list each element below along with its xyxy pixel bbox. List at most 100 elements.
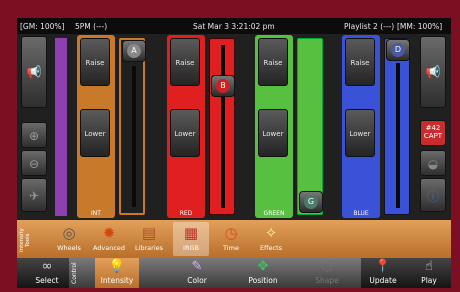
- tool-irgb[interactable]: ▦ IRGB: [173, 222, 209, 256]
- fader-blue-bg: Raise Lower BLUE: [342, 35, 380, 218]
- update-pin-icon: 📍: [374, 259, 392, 274]
- zoom-out-icon: ⊖: [28, 157, 40, 171]
- tab-intensity-label: Intensity: [100, 276, 134, 285]
- position-arrows-icon: ✥: [257, 259, 269, 274]
- info-icon: ⓘ: [426, 190, 439, 204]
- tool-irgb-label: IRGB: [183, 244, 199, 252]
- update-button[interactable]: 📍 Update: [361, 258, 405, 288]
- play-label: Play: [421, 276, 437, 285]
- int-slider-knob[interactable]: A: [122, 40, 146, 62]
- raise-blue-button[interactable]: Raise: [345, 38, 375, 86]
- lower-red-button[interactable]: Lower: [170, 109, 200, 157]
- tool-effects[interactable]: ✧ Effects: [253, 222, 289, 256]
- fader-green-bg: Raise Lower GREEN: [255, 35, 293, 218]
- screen: [GM: 100%] 5PM (---) Sat Mar 3 3:21:02 p…: [17, 18, 451, 288]
- raise-green-button[interactable]: Raise: [258, 38, 288, 86]
- bowl-button[interactable]: ◒: [420, 150, 446, 176]
- playlist-status: Playlist 2 (---): [344, 22, 395, 31]
- tab-shape-label: Shape: [315, 276, 339, 285]
- zoom-in-button[interactable]: ⊕: [21, 122, 47, 148]
- tab-color[interactable]: ✎ Color: [177, 258, 217, 288]
- knob-g-icon: G: [304, 195, 318, 209]
- lightbulb-icon: 💡: [108, 259, 126, 274]
- green-slider-track[interactable]: G: [297, 38, 323, 215]
- fader-green: Raise Lower GREEN G: [255, 35, 329, 218]
- channel-label-red: RED: [179, 210, 193, 217]
- knob-d-icon: D: [391, 43, 405, 57]
- channel-label-green: GREEN: [263, 210, 285, 217]
- blue-slider-knob[interactable]: D: [386, 39, 410, 61]
- blue-slider-slot: [396, 63, 400, 208]
- device-frame: [GM: 100%] 5PM (---) Sat Mar 3 3:21:02 p…: [0, 0, 460, 292]
- airplane-icon: ✈: [28, 189, 40, 203]
- zoom-in-icon: ⊕: [28, 129, 40, 143]
- control-section-label: Control: [71, 262, 78, 284]
- int-slider-slot: [132, 66, 136, 207]
- red-slider-knob[interactable]: B: [211, 75, 235, 97]
- raise-int-button[interactable]: Raise: [80, 38, 110, 86]
- tool-effects-label: Effects: [259, 244, 283, 252]
- int-slider-track[interactable]: A: [119, 38, 146, 215]
- select-circles-icon: ∞: [41, 259, 53, 274]
- red-slider-track[interactable]: B: [209, 38, 235, 215]
- purple-level-bar: [55, 38, 67, 216]
- raise-red-button[interactable]: Raise: [170, 38, 200, 86]
- grand-master-level: [GM: 100%]: [20, 22, 65, 31]
- clock-datetime: Sat Mar 3 3:21:02 pm: [193, 22, 275, 31]
- control-section: Control 💡 Intensity ✎ Color ✥ Position ◌…: [69, 258, 361, 288]
- libraries-icon: ▤: [141, 224, 157, 242]
- wheels-icon: ◎: [62, 224, 76, 242]
- green-slider-knob[interactable]: G: [299, 191, 323, 213]
- lower-int-button[interactable]: Lower: [80, 109, 110, 157]
- fader-blue: Raise Lower BLUE D: [342, 35, 416, 218]
- irgb-icon: ▦: [183, 224, 199, 242]
- lower-green-button[interactable]: Lower: [258, 109, 288, 157]
- tool-advanced[interactable]: ✹ Advanced: [91, 222, 127, 256]
- clock-icon: ◷: [224, 224, 238, 242]
- fader-area: 📢 ⊕ ⊖ ✈ Raise Lower INT A Raise Lower RE…: [17, 34, 451, 220]
- intensity-tools-bar: Intensity Tools ◎ Wheels ✹ Advanced ▤ Li…: [17, 220, 451, 258]
- tool-wheels-label: Wheels: [57, 244, 81, 252]
- tool-advanced-label: Advanced: [92, 244, 126, 252]
- knob-b-icon: B: [216, 79, 230, 93]
- tool-time[interactable]: ◷ Time: [213, 222, 249, 256]
- play-button[interactable]: ☝ Play: [409, 258, 449, 288]
- zoom-out-button[interactable]: ⊖: [21, 150, 47, 176]
- horn-off-button[interactable]: 📢: [21, 36, 47, 108]
- tab-position[interactable]: ✥ Position: [237, 258, 289, 288]
- lower-blue-button[interactable]: Lower: [345, 109, 375, 157]
- select-label: Select: [35, 276, 59, 285]
- tool-wheels[interactable]: ◎ Wheels: [51, 222, 87, 256]
- horn-add-button[interactable]: 📢: [420, 36, 446, 108]
- fader-int: Raise Lower INT A: [77, 35, 155, 218]
- channel-label-blue: BLUE: [353, 210, 369, 217]
- horn-muted-icon: 📢: [26, 65, 42, 79]
- tool-time-label: Time: [223, 244, 239, 252]
- update-label: Update: [369, 276, 397, 285]
- fader-int-bg: Raise Lower INT: [77, 35, 115, 218]
- tool-libraries-label: Libraries: [134, 244, 164, 252]
- play-hand-icon: ☝: [425, 259, 433, 274]
- fader-red: Raise Lower RED B: [167, 35, 247, 218]
- channel-label-int: INT: [91, 210, 101, 217]
- capture-badge[interactable]: #42 CAPT: [420, 120, 446, 146]
- tab-shape[interactable]: ◌ Shape: [307, 258, 347, 288]
- blue-slider-track[interactable]: D: [384, 38, 410, 215]
- capture-text: CAPT: [423, 132, 443, 140]
- master-mix-level: [MM: 100%]: [397, 22, 443, 31]
- color-brush-icon: ✎: [191, 259, 203, 274]
- capture-number: #42: [425, 124, 441, 132]
- fader-red-bg: Raise Lower RED: [167, 35, 205, 218]
- knob-a-icon: A: [127, 44, 141, 58]
- red-slider-slot: [221, 45, 225, 208]
- tool-libraries[interactable]: ▤ Libraries: [131, 222, 167, 256]
- status-bar: [GM: 100%] 5PM (---) Sat Mar 3 3:21:02 p…: [17, 18, 451, 34]
- tab-intensity[interactable]: 💡 Intensity: [95, 258, 139, 288]
- info-button[interactable]: ⓘ: [420, 178, 446, 212]
- airplane-button[interactable]: ✈: [21, 178, 47, 212]
- select-button[interactable]: ∞ Select: [27, 258, 67, 288]
- bottom-toolbar: ∞ Select Control 💡 Intensity ✎ Color ✥ P…: [17, 258, 451, 288]
- horn-add-icon: 📢: [425, 65, 441, 79]
- effects-wand-icon: ✧: [264, 224, 278, 242]
- advanced-gear-icon: ✹: [102, 224, 116, 242]
